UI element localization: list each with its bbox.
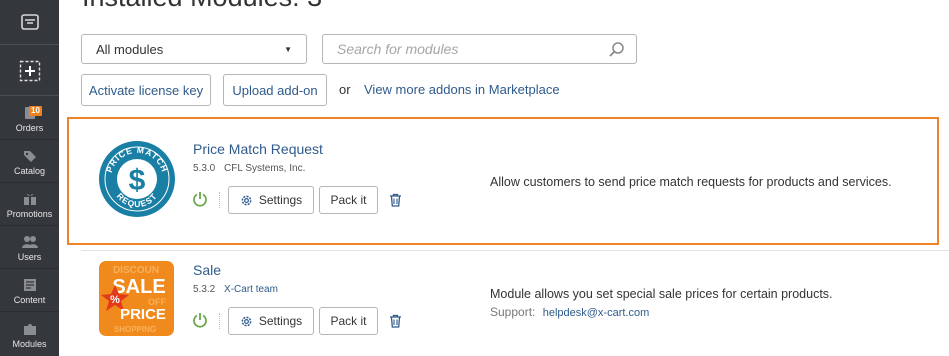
module-support: Support: helpdesk@x-cart.com [490,305,649,319]
pack-it-button[interactable]: Pack it [319,307,378,335]
module-name-link[interactable]: Sale [193,262,221,278]
module-name-link[interactable]: Price Match Request [193,141,323,157]
module-description: Allow customers to send price match requ… [490,175,892,189]
sidebar-item-label: Orders [15,123,44,133]
support-label: Support: [490,305,536,319]
svg-text:DISCOUN: DISCOUN [113,265,159,276]
settings-label: Settings [258,314,303,328]
page-title: Installed Modules: 3 [82,0,322,13]
sidebar-item-catalog[interactable]: Catalog [0,140,59,183]
trash-icon[interactable] [389,314,402,328]
sidebar-item-modules[interactable]: Modules [0,312,59,355]
separator [219,192,220,208]
search-icon[interactable] [608,41,626,59]
sidebar: 10 Orders Catalog Promotions Users Conte… [0,0,59,356]
module-divider [81,250,949,251]
trash-icon[interactable] [389,193,402,207]
quick-add-button[interactable] [0,46,59,96]
gear-icon [241,316,252,326]
separator [219,313,220,329]
module-version: 5.3.2 [193,284,216,295]
store-logo-icon [20,14,39,30]
tag-icon [23,151,36,162]
settings-button[interactable]: Settings [228,307,314,335]
pack-it-button[interactable]: Pack it [319,186,378,214]
logo[interactable] [0,0,59,45]
sidebar-item-label: Users [17,252,42,262]
module-meta: 5.3.2 X-Cart team [193,284,278,295]
module-version: 5.3.0 [193,163,216,174]
users-icon [21,236,38,248]
support-email-link[interactable]: helpdesk@x-cart.com [543,307,650,319]
sidebar-item-label: Modules [12,339,47,349]
sidebar-item-content[interactable]: Content [0,269,59,312]
search-box[interactable] [322,34,637,64]
sidebar-item-orders[interactable]: 10 Orders [0,97,59,140]
module-author: CFL Systems, Inc. [224,163,306,174]
svg-text:$: $ [129,164,146,197]
sale-logo: DISCOUN SALE OFF % PRICE SHOPPING [99,261,174,336]
modules-filter-select[interactable]: All modules ▼ [81,34,307,64]
or-text: or [339,82,351,97]
gear-icon [241,195,252,205]
activate-license-button[interactable]: Activate license key [81,74,211,106]
svg-text:PRICE: PRICE [120,306,166,323]
puzzle-icon [23,324,36,335]
sidebar-item-label: Content [13,295,46,305]
sidebar-item-label: Catalog [13,166,46,176]
module-author: X-Cart team [224,284,278,295]
select-value: All modules [96,41,164,57]
module-description: Module allows you set special sale price… [490,287,833,301]
settings-label: Settings [258,193,303,207]
orders-badge: 10 [29,106,42,116]
upload-addon-button[interactable]: Upload add-on [223,74,327,106]
price-match-logo: $ PRICE MATCH REQUEST [99,141,175,217]
power-toggle-icon[interactable] [192,191,208,207]
svg-text:%: % [110,294,120,306]
gift-icon [23,193,36,205]
content-icon [23,279,36,291]
module-meta: 5.3.0 CFL Systems, Inc. [193,163,305,174]
marketplace-link[interactable]: View more addons in Marketplace [364,82,560,97]
sidebar-item-promotions[interactable]: Promotions [0,183,59,226]
sidebar-item-users[interactable]: Users [0,226,59,269]
sidebar-item-label: Promotions [6,209,53,219]
svg-text:SHOPPING: SHOPPING [114,325,156,334]
dropdown-arrow-icon: ▼ [284,44,292,54]
search-input[interactable] [337,41,597,57]
settings-button[interactable]: Settings [228,186,314,214]
add-icon [19,60,40,81]
power-toggle-icon[interactable] [192,312,208,328]
